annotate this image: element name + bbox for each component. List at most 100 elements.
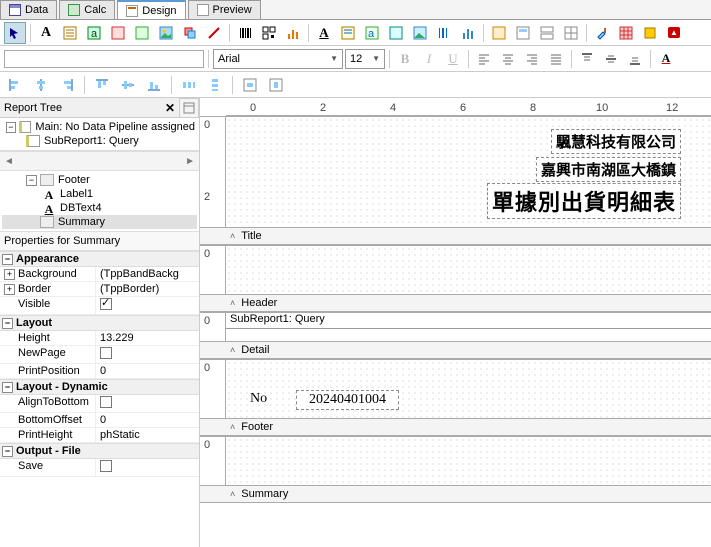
region-tool[interactable] (488, 22, 510, 44)
align-bottoms-button[interactable] (143, 74, 165, 96)
space-vert-button[interactable] (204, 74, 226, 96)
tree-dbtext4[interactable]: ADBText4 (2, 201, 197, 215)
font-name-combo[interactable]: Arial▼ (213, 49, 343, 69)
label-tool[interactable]: A (35, 22, 57, 44)
align-right-button[interactable] (521, 48, 543, 70)
sysvar-tool[interactable] (107, 22, 129, 44)
dbcalc-tool[interactable] (385, 22, 407, 44)
chart-tool[interactable] (282, 22, 304, 44)
band-footer-label[interactable]: ˄Footer (200, 418, 711, 436)
object-field[interactable] (4, 50, 204, 68)
checkbox-icon[interactable] (100, 298, 112, 310)
prop-align-val[interactable] (96, 395, 199, 412)
tree-summary-band[interactable]: Summary (2, 215, 197, 229)
underline-button[interactable]: U (442, 48, 464, 70)
center-horiz-button[interactable] (239, 74, 261, 96)
valign-middle-button[interactable] (600, 48, 622, 70)
prop-save-val[interactable] (96, 459, 199, 476)
subreport-tool[interactable] (512, 22, 534, 44)
richtext-tool[interactable]: a (83, 22, 105, 44)
band-header-label[interactable]: ˄Header (200, 294, 711, 312)
dbmemo-tool[interactable] (337, 22, 359, 44)
tree-main[interactable]: −Main: No Data Pipeline assigned (2, 120, 197, 134)
prop-group-layoutdyn[interactable]: −Layout - Dynamic (0, 379, 199, 395)
align-center-button[interactable] (497, 48, 519, 70)
table-tool[interactable] (615, 22, 637, 44)
band-summary[interactable]: 0 (200, 436, 711, 485)
no-label[interactable]: No (246, 390, 271, 408)
subreport-label[interactable]: SubReport1: Query (226, 313, 711, 329)
scroll-right-button[interactable]: ► (185, 156, 195, 167)
expander-icon[interactable]: − (26, 175, 37, 186)
align-middles-button[interactable] (117, 74, 139, 96)
font-size-combo[interactable]: 12▼ (345, 49, 385, 69)
collapse-icon[interactable]: − (2, 254, 13, 265)
band-header[interactable]: 0 (200, 245, 711, 294)
expander-icon[interactable]: − (6, 122, 16, 133)
line-tool[interactable] (203, 22, 225, 44)
band-summary-label[interactable]: ˄Summary (200, 485, 711, 503)
align-justify-button[interactable] (545, 48, 567, 70)
band-title[interactable]: 0 2 颿慧科技有限公司 嘉興市南湖區大橋鎮 單據別出貨明細表 (200, 116, 711, 227)
prop-ph-val[interactable]: phStatic (96, 428, 199, 442)
dbtext-tool[interactable]: A (313, 22, 335, 44)
tab-calc[interactable]: Calc (59, 0, 115, 19)
align-tops-button[interactable] (91, 74, 113, 96)
scroll-left-button[interactable]: ◄ (4, 156, 14, 167)
tab-data[interactable]: Data (0, 0, 57, 19)
close-tree-button[interactable]: ✕ (165, 101, 175, 115)
font-color-button[interactable]: A (655, 48, 677, 70)
paint-tool[interactable] (591, 22, 613, 44)
band-detail[interactable]: 0 SubReport1: Query (200, 312, 711, 341)
pointer-tool[interactable] (4, 22, 26, 44)
prop-newpage-val[interactable] (96, 346, 199, 363)
crosstab-tool[interactable] (560, 22, 582, 44)
checkbox-icon[interactable] (100, 347, 112, 359)
band-title-label[interactable]: ˄Title (200, 227, 711, 245)
dbchart-tool[interactable] (457, 22, 479, 44)
prop-background-val[interactable]: (TppBandBackg (96, 267, 199, 281)
pdf-tool[interactable]: ▲ (663, 22, 685, 44)
band-detail-label[interactable]: ˄Detail (200, 341, 711, 359)
image-tool[interactable] (155, 22, 177, 44)
prop-visible-val[interactable] (96, 297, 199, 314)
address-label[interactable]: 嘉興市南湖區大橋鎮 (536, 157, 681, 182)
checkbox-icon[interactable] (100, 460, 112, 472)
pagebreak-tool[interactable] (536, 22, 558, 44)
space-horiz-button[interactable] (178, 74, 200, 96)
prop-border-val[interactable]: (TppBorder) (96, 282, 199, 296)
prop-boff-val[interactable]: 0 (96, 413, 199, 427)
design-body[interactable]: 0 2 颿慧科技有限公司 嘉興市南湖區大橋鎮 單據別出貨明細表 ˄Title 0… (200, 116, 711, 547)
align-centers-button[interactable] (30, 74, 52, 96)
prop-group-appearance[interactable]: −Appearance (0, 251, 199, 267)
valign-bottom-button[interactable] (624, 48, 646, 70)
no-value[interactable]: 20240401004 (296, 390, 399, 410)
memo-tool[interactable] (59, 22, 81, 44)
tree-subreport[interactable]: SubReport1: Query (2, 134, 197, 148)
company-label[interactable]: 颿慧科技有限公司 (551, 129, 681, 154)
align-lefts-button[interactable] (4, 74, 26, 96)
checkbox-icon[interactable] (100, 396, 112, 408)
prop-printpos-val[interactable]: 0 (96, 364, 199, 378)
italic-button[interactable]: I (418, 48, 440, 70)
variable-tool[interactable] (131, 22, 153, 44)
align-left-button[interactable] (473, 48, 495, 70)
tree-footer-band[interactable]: −Footer (2, 173, 197, 187)
doctitle-label[interactable]: 單據別出貨明細表 (487, 183, 681, 219)
prop-group-layout[interactable]: −Layout (0, 315, 199, 331)
center-vert-button[interactable] (265, 74, 287, 96)
prop-group-output[interactable]: −Output - File (0, 443, 199, 459)
dbbarcode-tool[interactable] (433, 22, 455, 44)
dbrichtext-tool[interactable]: a (361, 22, 383, 44)
prop-height-val[interactable]: 13.229 (96, 331, 199, 345)
tab-design[interactable]: Design (117, 0, 185, 19)
bold-button[interactable]: B (394, 48, 416, 70)
panel-toggle-button[interactable] (179, 98, 199, 118)
tab-preview[interactable]: Preview (188, 0, 261, 19)
shape-tool[interactable] (179, 22, 201, 44)
align-rights-button[interactable] (56, 74, 78, 96)
valign-top-button[interactable] (576, 48, 598, 70)
qrcode-tool[interactable] (258, 22, 280, 44)
checkbox-tool[interactable] (639, 22, 661, 44)
dbimage-tool[interactable] (409, 22, 431, 44)
